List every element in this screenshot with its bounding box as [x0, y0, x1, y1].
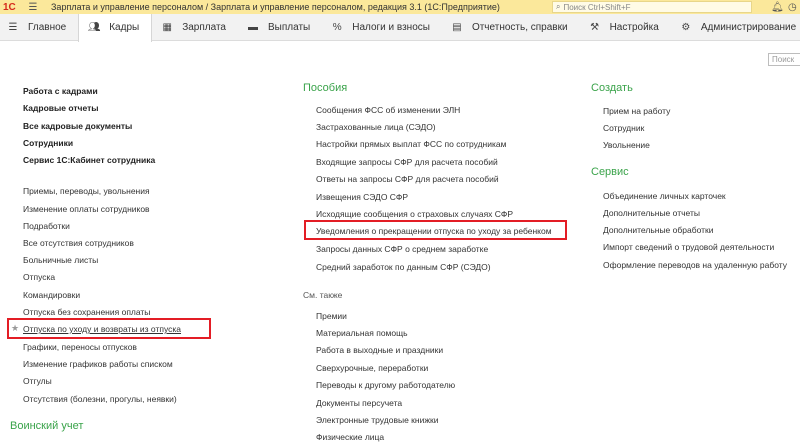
calculator-icon: ▦ — [162, 21, 172, 33]
menu-icon[interactable]: ☰ — [27, 1, 39, 13]
benefit-link[interactable]: Настройки прямых выплат ФСС по сотрудник… — [316, 139, 506, 149]
sections-panel: ☰ Главное 👥︎ Кадры ▦ Зарплата ▬ Выплаты … — [0, 13, 800, 42]
link-work-schedule-changes[interactable]: Изменение графиков работы списком — [23, 359, 173, 369]
history-icon[interactable]: ◷ — [788, 0, 797, 14]
create-link[interactable]: Прием на работу — [603, 106, 670, 116]
create-link[interactable]: Сотрудник — [603, 123, 644, 133]
benefit-link[interactable]: Запросы данных СФР о среднем заработке — [316, 244, 488, 254]
service-link[interactable]: Оформление переводов на удаленную работу — [603, 260, 787, 270]
link-employees[interactable]: Сотрудники — [23, 138, 73, 148]
military-header[interactable]: Воинский учет — [10, 420, 83, 432]
benefit-link[interactable]: Средний заработок по данным СФР (СЭДО) — [316, 262, 491, 272]
create-link[interactable]: Увольнение — [603, 140, 650, 150]
service-link[interactable]: Дополнительные отчеты — [603, 208, 700, 218]
bell-icon[interactable]: 🔔︎ — [771, 0, 784, 14]
global-search-input[interactable]: ⌕ Поиск Ctrl+Shift+F — [552, 1, 752, 13]
percent-icon: % — [332, 21, 342, 33]
section-taxes[interactable]: % Налоги и взносы — [322, 14, 442, 41]
link-vacations[interactable]: Отпуска — [23, 272, 55, 282]
app-logo: 1С — [3, 1, 16, 13]
see-also-link[interactable]: Переводы к другому работодателю — [316, 380, 455, 390]
section-hr[interactable]: 👥︎ Кадры — [78, 13, 153, 42]
section-settings[interactable]: ⚒ Настройка — [580, 14, 671, 41]
link-time-off[interactable]: Отгулы — [23, 376, 52, 386]
section-label: Налоги и взносы — [352, 21, 430, 33]
link-absences[interactable]: Отсутствия (болезни, прогулы, неявки) — [23, 394, 177, 404]
create-header: Создать — [591, 82, 633, 94]
benefit-link[interactable]: Извещения СЭДО СФР — [316, 192, 408, 202]
section-admin[interactable]: ⚙ Администрирование — [671, 14, 800, 41]
global-search-placeholder: Поиск Ctrl+Shift+F — [563, 2, 631, 12]
search-icon: ⌕ — [556, 2, 561, 11]
see-also-header: См. также — [303, 290, 343, 300]
see-also-link[interactable]: Премии — [316, 311, 347, 321]
benefit-link[interactable]: Входящие запросы СФР для расчета пособий — [316, 157, 498, 167]
highlight-box — [304, 220, 567, 240]
link-vacation-schedules[interactable]: Графики, переносы отпусков — [23, 342, 137, 352]
section-label: Зарплата — [182, 21, 226, 33]
link-business-trips[interactable]: Командировки — [23, 290, 80, 300]
link-employee-cabinet[interactable]: Сервис 1С:Кабинет сотрудника — [23, 155, 155, 165]
link-sick-leaves[interactable]: Больничные листы — [23, 255, 98, 265]
panel-search-input[interactable]: Поиск — [768, 53, 800, 66]
link-all-hr-documents[interactable]: Все кадровые документы — [23, 121, 132, 131]
title-bar: 1С ☰ Зарплата и управление персоналом / … — [0, 0, 800, 14]
benefit-link[interactable]: Застрахованные лица (СЭДО) — [316, 122, 436, 132]
see-also-link[interactable]: Материальная помощь — [316, 328, 408, 338]
section-payments[interactable]: ▬ Выплаты — [238, 14, 322, 41]
section-reports[interactable]: ▤ Отчетность, справки — [442, 14, 580, 41]
benefit-link[interactable]: Сообщения ФСС об изменении ЭЛН — [316, 105, 460, 115]
link-hirings[interactable]: Приемы, переводы, увольнения — [23, 186, 150, 196]
highlight-box — [7, 318, 211, 339]
menu-icon: ☰ — [8, 21, 18, 33]
service-header: Сервис — [591, 166, 629, 178]
section-label: Выплаты — [268, 21, 311, 33]
gear-icon: ⚙ — [681, 21, 691, 33]
service-link[interactable]: Объединение личных карточек — [603, 191, 726, 201]
benefits-header: Пособия — [303, 82, 348, 94]
section-label: Отчетность, справки — [471, 21, 568, 33]
people-icon: 👥︎ — [87, 22, 101, 33]
see-also-link[interactable]: Физические лица — [316, 432, 384, 442]
section-label: Кадры — [109, 22, 140, 33]
link-pay-changes[interactable]: Изменение оплаты сотрудников — [23, 204, 150, 214]
section-salary[interactable]: ▦ Зарплата — [152, 14, 238, 41]
service-link[interactable]: Импорт сведений о трудовой деятельности — [603, 242, 774, 252]
link-all-absences[interactable]: Все отсутствия сотрудников — [23, 238, 134, 248]
benefit-link[interactable]: Ответы на запросы СФР для расчета пособи… — [316, 174, 499, 184]
see-also-link[interactable]: Работа в выходные и праздники — [316, 345, 443, 355]
link-side-jobs[interactable]: Подработки — [23, 221, 70, 231]
wrench-icon: ⚒ — [590, 21, 600, 33]
see-also-link[interactable]: Документы персучета — [316, 398, 402, 408]
link-hr-work[interactable]: Работа с кадрами — [23, 86, 98, 96]
see-also-link[interactable]: Сверхурочные, переработки — [316, 363, 428, 373]
section-label: Настройка — [609, 21, 659, 33]
section-main[interactable]: ☰ Главное — [0, 14, 78, 41]
link-unpaid-leave[interactable]: Отпуска без сохранения оплаты — [23, 307, 150, 317]
service-link[interactable]: Дополнительные обработки — [603, 225, 713, 235]
window-title: Зарплата и управление персоналом / Зарпл… — [51, 2, 500, 12]
see-also-link[interactable]: Электронные трудовые книжки — [316, 415, 438, 425]
section-label: Администрирование — [700, 21, 797, 33]
report-icon: ▤ — [452, 21, 462, 33]
section-label: Главное — [28, 21, 67, 33]
benefit-link[interactable]: Исходящие сообщения о страховых случаях … — [316, 209, 513, 219]
link-hr-reports[interactable]: Кадровые отчеты — [23, 103, 99, 113]
wallet-icon: ▬ — [248, 21, 258, 33]
